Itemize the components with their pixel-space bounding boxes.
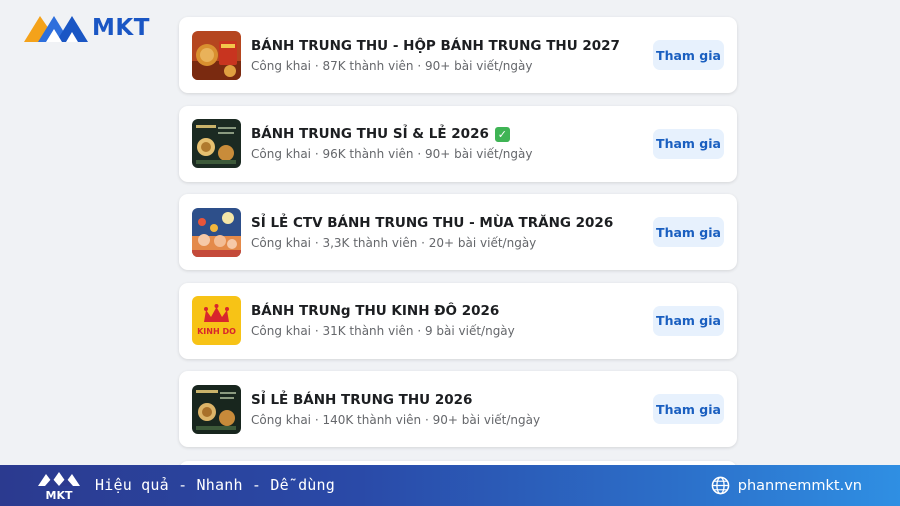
- group-card[interactable]: BÁNH TRUNG THU SỈ & LẺ 2026 ✓ Công khai …: [179, 105, 737, 182]
- group-title[interactable]: SỈ LẺ CTV BÁNH TRUNG THU - MÙA TRĂNG 202…: [251, 215, 653, 231]
- mooncake-poster-photo-icon: [192, 384, 241, 434]
- mooncake-box-photo-icon: [192, 30, 241, 80]
- group-title[interactable]: SỈ LẺ BÁNH TRUNG THU 2026: [251, 392, 653, 408]
- group-thumbnail[interactable]: [192, 30, 241, 80]
- group-title-text[interactable]: SỈ LẺ BÁNH TRUNG THU 2026: [251, 392, 472, 408]
- footer-slogan: Hiệu quả - Nhanh - Dễ dùng: [95, 476, 335, 494]
- mkt-footer-logo-icon: MKT: [38, 472, 80, 502]
- join-button[interactable]: Tham gia: [653, 394, 724, 424]
- join-button[interactable]: Tham gia: [653, 128, 724, 159]
- group-title-text[interactable]: SỈ LẺ CTV BÁNH TRUNG THU - MÙA TRĂNG 202…: [251, 215, 613, 231]
- group-card[interactable]: SỈ LẺ CTV BÁNH TRUNG THU - MÙA TRĂNG 202…: [179, 194, 737, 270]
- verified-check-icon: ✓: [494, 126, 510, 142]
- group-list: BÁNH TRUNG THU - HỘP BÁNH TRUNG THU 2027…: [179, 17, 737, 460]
- group-meta: Công khai · 96K thành viên · 90+ bài viế…: [251, 147, 533, 161]
- group-meta: Công khai · 140K thành viên · 90+ bài vi…: [251, 412, 541, 427]
- group-title[interactable]: BÁNH TRUNg THU KINH ĐÔ 2026: [251, 303, 653, 319]
- kinh-do-logo-text: KINH DO: [197, 327, 236, 336]
- lantern-festival-photo-icon: [192, 207, 241, 257]
- group-thumbnail[interactable]: KINH DO: [192, 296, 241, 345]
- group-card[interactable]: KINH DO BÁNH TRUNg THU KINH ĐÔ 2026 Công…: [179, 282, 737, 359]
- group-meta: Công khai · 3,3K thành viên · 20+ bài vi…: [251, 235, 537, 250]
- join-button[interactable]: Tham gia: [653, 217, 724, 247]
- group-title[interactable]: BÁNH TRUNG THU - HỘP BÁNH TRUNG THU 2027: [251, 38, 653, 54]
- group-meta: Công khai · 31K thành viên · 9 bài viết/…: [251, 324, 515, 338]
- brand-logo: MKT: [24, 12, 150, 44]
- mkt-logo-icon: [24, 16, 88, 42]
- group-card[interactable]: SỈ LẺ BÁNH TRUNG THU 2026 Công khai · 14…: [179, 371, 737, 447]
- group-card[interactable]: BÁNH TRUNG THU - HỘP BÁNH TRUNG THU 2027…: [179, 17, 737, 93]
- kinh-do-logo-icon: KINH DO: [192, 296, 241, 345]
- group-thumbnail[interactable]: [192, 207, 241, 257]
- group-thumbnail[interactable]: [192, 384, 241, 434]
- footer-website[interactable]: phanmemmkt.vn: [711, 476, 862, 495]
- globe-icon: [711, 476, 730, 495]
- group-title[interactable]: BÁNH TRUNG THU SỈ & LẺ 2026 ✓: [251, 126, 653, 142]
- brand-logo-text: MKT: [92, 15, 150, 41]
- mooncake-poster-photo-icon: [192, 119, 241, 168]
- footer-website-text[interactable]: phanmemmkt.vn: [738, 478, 862, 494]
- group-title-text[interactable]: BÁNH TRUNG THU SỈ & LẺ 2026: [251, 126, 489, 142]
- group-thumbnail[interactable]: [192, 119, 241, 168]
- footer-logo-text: MKT: [46, 489, 73, 502]
- group-meta: Công khai · 87K thành viên · 90+ bài viế…: [251, 58, 533, 73]
- group-title-text[interactable]: BÁNH TRUNg THU KINH ĐÔ 2026: [251, 303, 499, 319]
- join-button[interactable]: Tham gia: [653, 40, 724, 70]
- group-title-text[interactable]: BÁNH TRUNG THU - HỘP BÁNH TRUNG THU 2027: [251, 38, 620, 54]
- join-button[interactable]: Tham gia: [653, 305, 724, 336]
- footer-banner: MKT Hiệu quả - Nhanh - Dễ dùng phanmemmk…: [0, 465, 900, 506]
